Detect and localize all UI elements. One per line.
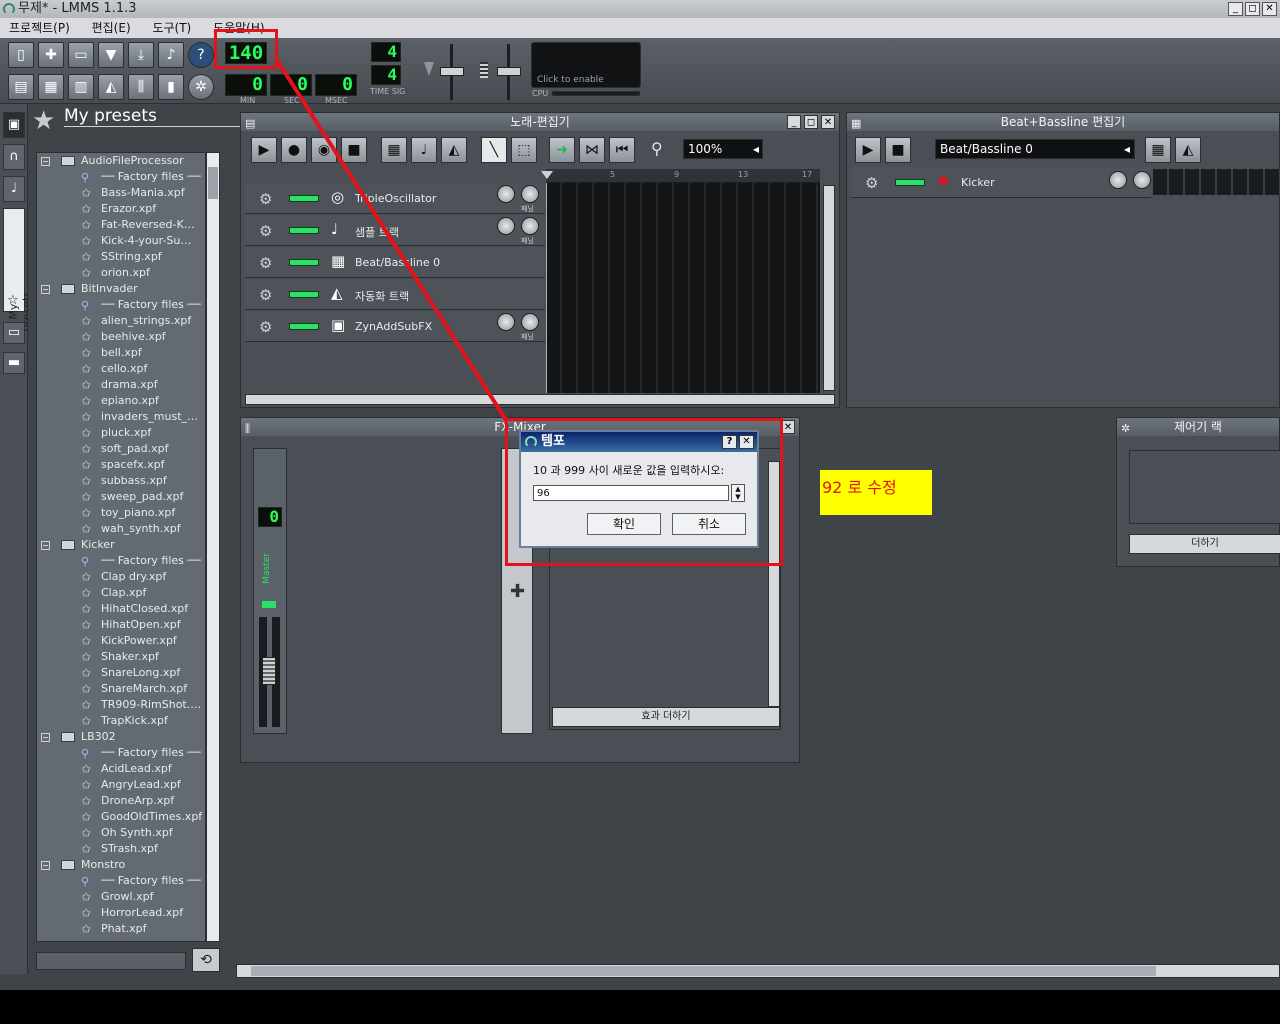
workspace-hscroll-thumb[interactable] [251,966,1156,976]
dialog-highlight-box [505,418,783,566]
annotation-arrow-line [275,58,508,422]
annotation-note: 92 로 수정 [820,470,932,515]
workspace-hscroll[interactable] [236,964,1280,978]
lmms-window: 무제* - LMMS 1.1.3 _ ◻ ✕ 프로젝트(P) 편집(E) 도구(… [0,0,1280,990]
